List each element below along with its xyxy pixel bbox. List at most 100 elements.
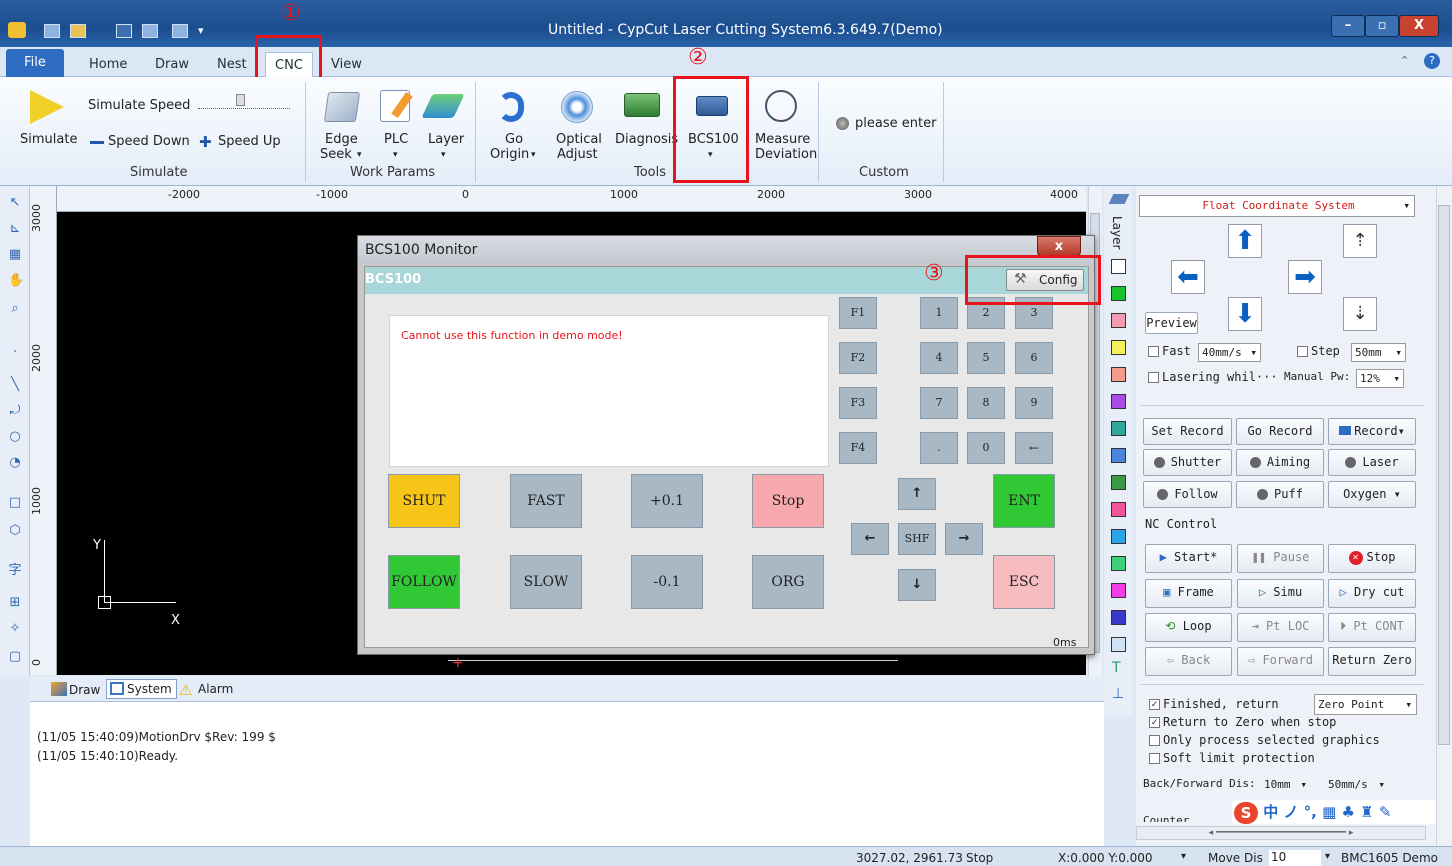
head-up-button[interactable]: ⇡ <box>1343 224 1377 258</box>
checkbox-box[interactable] <box>1149 753 1160 764</box>
layer-swatch[interactable] <box>1111 502 1126 517</box>
puff-button[interactable]: Puff <box>1236 481 1324 508</box>
layer-swatch[interactable] <box>1111 313 1126 328</box>
org-button[interactable]: ORG <box>752 555 824 609</box>
layer-swatch[interactable] <box>1111 394 1126 409</box>
layer-swatch[interactable] <box>1111 637 1126 652</box>
layer-swatch[interactable] <box>1111 259 1126 274</box>
return-zero-stop-checkbox[interactable]: ✓ Return to Zero when stop <box>1149 715 1336 729</box>
measure-deviation-button[interactable]: Measure <box>755 132 810 147</box>
numpad-key[interactable]: 6 <box>1015 342 1053 374</box>
collapse-ribbon-icon[interactable]: ⌃ <box>1400 54 1409 67</box>
numpad-key[interactable]: 5 <box>967 342 1005 374</box>
follow-button[interactable]: FOLLOW <box>388 555 460 609</box>
aiming-button[interactable]: Aiming <box>1236 449 1324 476</box>
scroll-thumb[interactable] <box>1438 205 1450 745</box>
plc-button[interactable]: PLC <box>384 132 408 147</box>
slider-thumb[interactable] <box>236 94 245 106</box>
close-button[interactable]: X <box>1399 15 1439 37</box>
set-record-button[interactable]: Set Record <box>1143 418 1232 445</box>
open-icon[interactable] <box>70 24 86 38</box>
pan-icon[interactable]: ✋ <box>8 274 24 288</box>
layer-swatch[interactable] <box>1111 475 1126 490</box>
loop-button[interactable]: ⟲ Loop <box>1145 613 1232 642</box>
simu-button[interactable]: ▷ Simu <box>1237 579 1324 608</box>
numpad-key[interactable]: 9 <box>1015 387 1053 419</box>
oxygen-select[interactable]: Oxygen ▾ <box>1328 481 1416 508</box>
edge-seek-button[interactable]: Edge <box>325 132 358 147</box>
start-button[interactable]: ▶ Start* <box>1145 544 1232 573</box>
step-select[interactable]: 50mm ▾ <box>1351 343 1406 362</box>
chevron-down-icon[interactable]: ▾ <box>1325 851 1330 862</box>
numpad-key[interactable]: 7 <box>920 387 958 419</box>
plus-0-1-button[interactable]: +0.1 <box>631 474 703 528</box>
soft-limit-checkbox[interactable]: Soft limit protection <box>1149 751 1315 765</box>
lasering-checkbox[interactable]: Lasering whil··· <box>1148 370 1278 384</box>
tab-nest[interactable]: Nest <box>208 52 256 78</box>
app-icon[interactable] <box>8 22 26 38</box>
shut-button[interactable]: SHUT <box>388 474 460 528</box>
back-button[interactable]: ⇦ Back <box>1145 647 1232 676</box>
head-down-button[interactable]: ⇣ <box>1343 297 1377 331</box>
go-origin-icon[interactable] <box>498 92 524 122</box>
optical-adjust-icon[interactable] <box>561 91 593 123</box>
return-zero-button[interactable]: Return Zero <box>1328 647 1416 676</box>
tab-alarm-log[interactable]: ⚠ Alarm <box>177 679 237 699</box>
dialog-close-button[interactable]: x <box>1037 236 1081 256</box>
speed-down-button[interactable]: Speed Down <box>108 134 190 149</box>
shf-key[interactable]: SHF <box>898 523 936 555</box>
minus-0-1-button[interactable]: -0.1 <box>631 555 703 609</box>
record-menu-button[interactable]: Record▾ <box>1328 418 1416 445</box>
optical-adjust-button-line2[interactable]: Adjust <box>557 147 598 162</box>
save-icon[interactable] <box>116 24 132 38</box>
zoom-icon[interactable]: ⌕ <box>8 302 22 316</box>
arrow-down-key[interactable]: ↓ <box>898 569 936 601</box>
please-enter-button[interactable]: please enter <box>855 116 936 131</box>
arrow-right-key[interactable]: → <box>945 523 983 555</box>
checkbox-box[interactable]: ✓ <box>1149 717 1160 728</box>
esc-button[interactable]: ESC <box>993 555 1055 609</box>
shutter-button[interactable]: Shutter <box>1143 449 1232 476</box>
layer-swatch[interactable] <box>1111 583 1126 598</box>
checkbox-box[interactable] <box>1149 735 1160 746</box>
move-dis-input[interactable]: 10 <box>1269 850 1321 866</box>
laser-button[interactable]: Laser <box>1328 449 1416 476</box>
numpad-key[interactable]: 8 <box>967 387 1005 419</box>
dry-cut-button[interactable]: ▷ Dry cut <box>1328 579 1416 608</box>
redo-icon[interactable] <box>172 24 188 38</box>
layer-swatch[interactable] <box>1111 340 1126 355</box>
tab-draw-log[interactable]: Draw <box>48 679 105 699</box>
simulate-button[interactable]: Simulate <box>20 132 77 147</box>
checkbox-box[interactable] <box>1148 346 1159 357</box>
preview-button[interactable]: Preview <box>1145 312 1198 334</box>
layer-button[interactable]: Layer <box>428 132 464 147</box>
fast-checkbox[interactable]: Fast <box>1148 344 1191 358</box>
numpad-key[interactable]: . <box>920 432 958 464</box>
pause-button[interactable]: ❚❚ Pause <box>1237 544 1324 573</box>
array-icon[interactable]: ⊞ <box>8 596 22 610</box>
layer-swatch[interactable] <box>1111 286 1126 301</box>
maximize-button[interactable]: ▫ <box>1365 15 1399 37</box>
arc-icon[interactable]: ◔ <box>8 456 22 470</box>
layer-tool-icon[interactable]: ⊥ <box>1112 686 1124 702</box>
layer-swatch[interactable] <box>1111 610 1126 625</box>
undo-icon[interactable] <box>142 24 158 38</box>
layer-swatch[interactable] <box>1111 367 1126 382</box>
f2-key[interactable]: F2 <box>839 342 877 374</box>
new-icon[interactable] <box>44 24 60 38</box>
f3-key[interactable]: F3 <box>839 387 877 419</box>
measure-deviation-icon[interactable] <box>765 90 797 122</box>
bf-distance-select[interactable]: 10mm ▾ <box>1260 775 1308 794</box>
go-origin-button[interactable]: Go <box>505 132 523 147</box>
line-icon[interactable]: ╲ <box>8 378 22 392</box>
help-icon[interactable]: ? <box>1424 53 1440 69</box>
circle-icon[interactable]: ○ <box>8 430 22 444</box>
manual-pw-select[interactable]: 12% ▾ <box>1356 369 1404 388</box>
edge-seek-button-line2[interactable]: Seek <box>320 147 352 162</box>
speed-up-button[interactable]: Speed Up <box>218 134 281 149</box>
pt-cont-button[interactable]: ⏵ Pt CONT <box>1328 613 1416 642</box>
layer-swatch[interactable] <box>1111 448 1126 463</box>
tab-home[interactable]: Home <box>80 52 136 78</box>
stop-button[interactable]: Stop <box>752 474 824 528</box>
layer-tool-icon[interactable]: T <box>1112 660 1121 676</box>
